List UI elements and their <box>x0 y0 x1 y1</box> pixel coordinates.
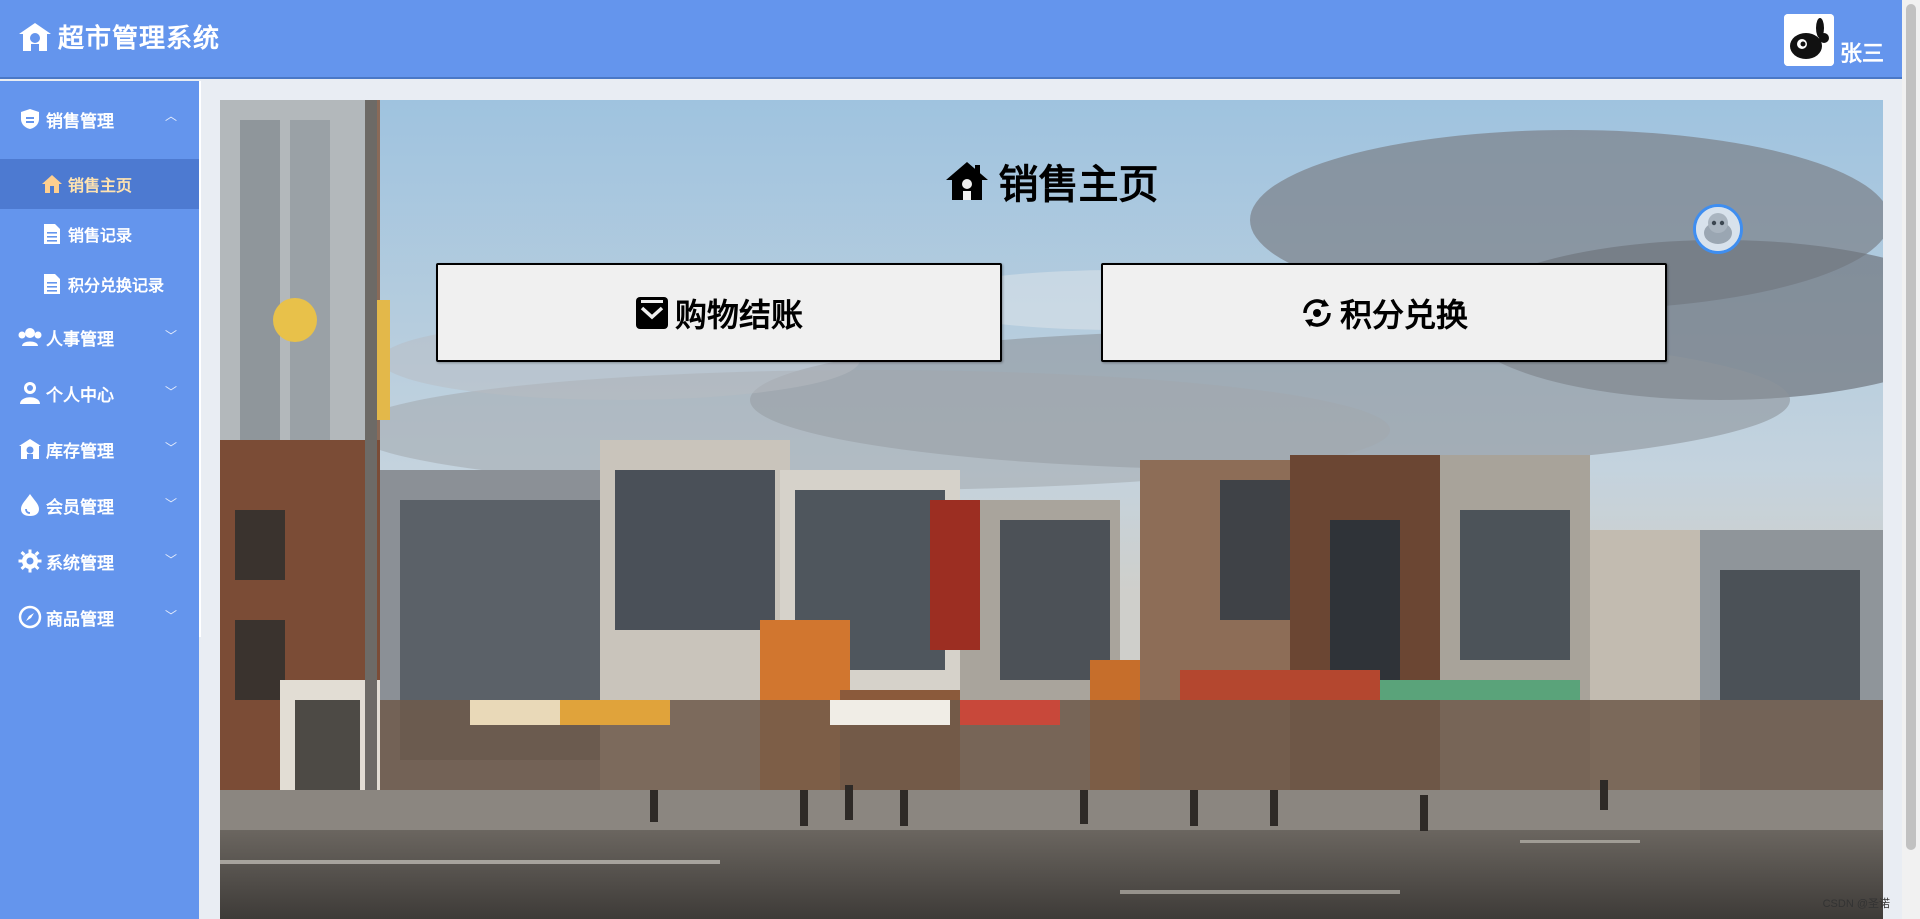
home-icon <box>40 172 64 196</box>
shield-icon <box>18 107 42 131</box>
sidebar: 销售管理 ︿ 销售主页 销售记录 积分兑换记录 人事管理 ﹀ 个人中心 ﹀ 库存… <box>0 81 199 919</box>
document-icon <box>40 222 64 246</box>
warehouse-icon <box>18 437 42 461</box>
street-background-image <box>220 100 1883 919</box>
top-header: 超市管理系统 张三 <box>0 0 1902 79</box>
sidebar-item-points-exchange-records[interactable]: 积分兑换记录 <box>0 259 199 309</box>
app-logo[interactable]: 超市管理系统 <box>18 18 220 55</box>
chevron-down-icon: ﹀ <box>164 497 177 511</box>
sidebar-group-system[interactable]: 系统管理 ﹀ <box>0 533 199 589</box>
home-shield-icon <box>19 22 51 51</box>
main-content: 销售主页 购物结账 积分兑换 <box>220 100 1883 919</box>
chevron-down-icon: ﹀ <box>164 609 177 623</box>
page-scrollbar[interactable] <box>1902 0 1920 919</box>
page-title-text: 销售主页 <box>998 162 1159 208</box>
sidebar-item-sales-records[interactable]: 销售记录 <box>0 209 199 259</box>
sidebar-group-personal[interactable]: 个人中心 ﹀ <box>0 365 199 421</box>
chevron-down-icon: ﹀ <box>164 441 177 455</box>
checkout-button-label: 购物结账 <box>674 295 803 334</box>
gear-icon <box>18 549 42 573</box>
sidebar-item-sales-home[interactable]: 销售主页 <box>0 159 199 209</box>
chevron-down-icon: ﹀ <box>164 553 177 567</box>
sidebar-group-label: 人事管理 <box>46 329 114 350</box>
refresh-eye-icon <box>1303 298 1331 327</box>
checkout-button[interactable]: 购物结账 <box>436 263 1002 362</box>
sidebar-group-products[interactable]: 商品管理 ﹀ <box>0 589 199 645</box>
chevron-down-icon: ﹀ <box>164 385 177 399</box>
watermark: CSDN @圣诺 <box>1822 898 1890 910</box>
sidebar-group-label: 系统管理 <box>46 553 114 574</box>
sidebar-group-label: 库存管理 <box>46 441 114 462</box>
users-icon <box>18 325 42 349</box>
app-title: 超市管理系统 <box>58 24 221 54</box>
home-icon <box>945 162 988 200</box>
sidebar-group-label: 个人中心 <box>46 385 114 406</box>
points-exchange-button-label: 积分兑换 <box>1339 295 1468 334</box>
avatar[interactable] <box>1783 14 1834 66</box>
chevron-up-icon: ︿ <box>164 109 177 123</box>
checkbox-heart-icon <box>635 296 668 329</box>
avatar-image <box>1783 14 1834 66</box>
drop-icon <box>18 493 42 517</box>
sidebar-divider <box>199 81 201 637</box>
compass-icon <box>18 605 42 629</box>
sidebar-group-members[interactable]: 会员管理 ﹀ <box>0 477 199 533</box>
document-icon <box>40 272 64 296</box>
scrollbar-thumb[interactable] <box>1906 4 1916 850</box>
chevron-down-icon: ﹀ <box>164 329 177 343</box>
sidebar-item-label: 销售主页 <box>68 176 133 195</box>
sidebar-group-hr[interactable]: 人事管理 ﹀ <box>0 309 199 365</box>
person-icon <box>18 381 42 405</box>
sidebar-group-label: 会员管理 <box>46 497 114 518</box>
page-title: 销售主页 <box>220 152 1883 210</box>
user-name[interactable]: 张三 <box>1840 36 1884 68</box>
sidebar-group-inventory[interactable]: 库存管理 ﹀ <box>0 421 199 477</box>
points-exchange-button[interactable]: 积分兑换 <box>1101 263 1667 362</box>
robot-icon <box>1696 207 1740 251</box>
sidebar-item-label: 销售记录 <box>68 226 133 245</box>
sidebar-group-label: 商品管理 <box>46 609 114 630</box>
sidebar-group-sales[interactable]: 销售管理 ︿ <box>0 81 199 149</box>
sidebar-item-label: 积分兑换记录 <box>68 276 165 295</box>
assistant-float-button[interactable] <box>1693 204 1743 254</box>
sidebar-group-label: 销售管理 <box>46 111 114 132</box>
user-menu[interactable]: 张三 <box>1783 14 1884 68</box>
